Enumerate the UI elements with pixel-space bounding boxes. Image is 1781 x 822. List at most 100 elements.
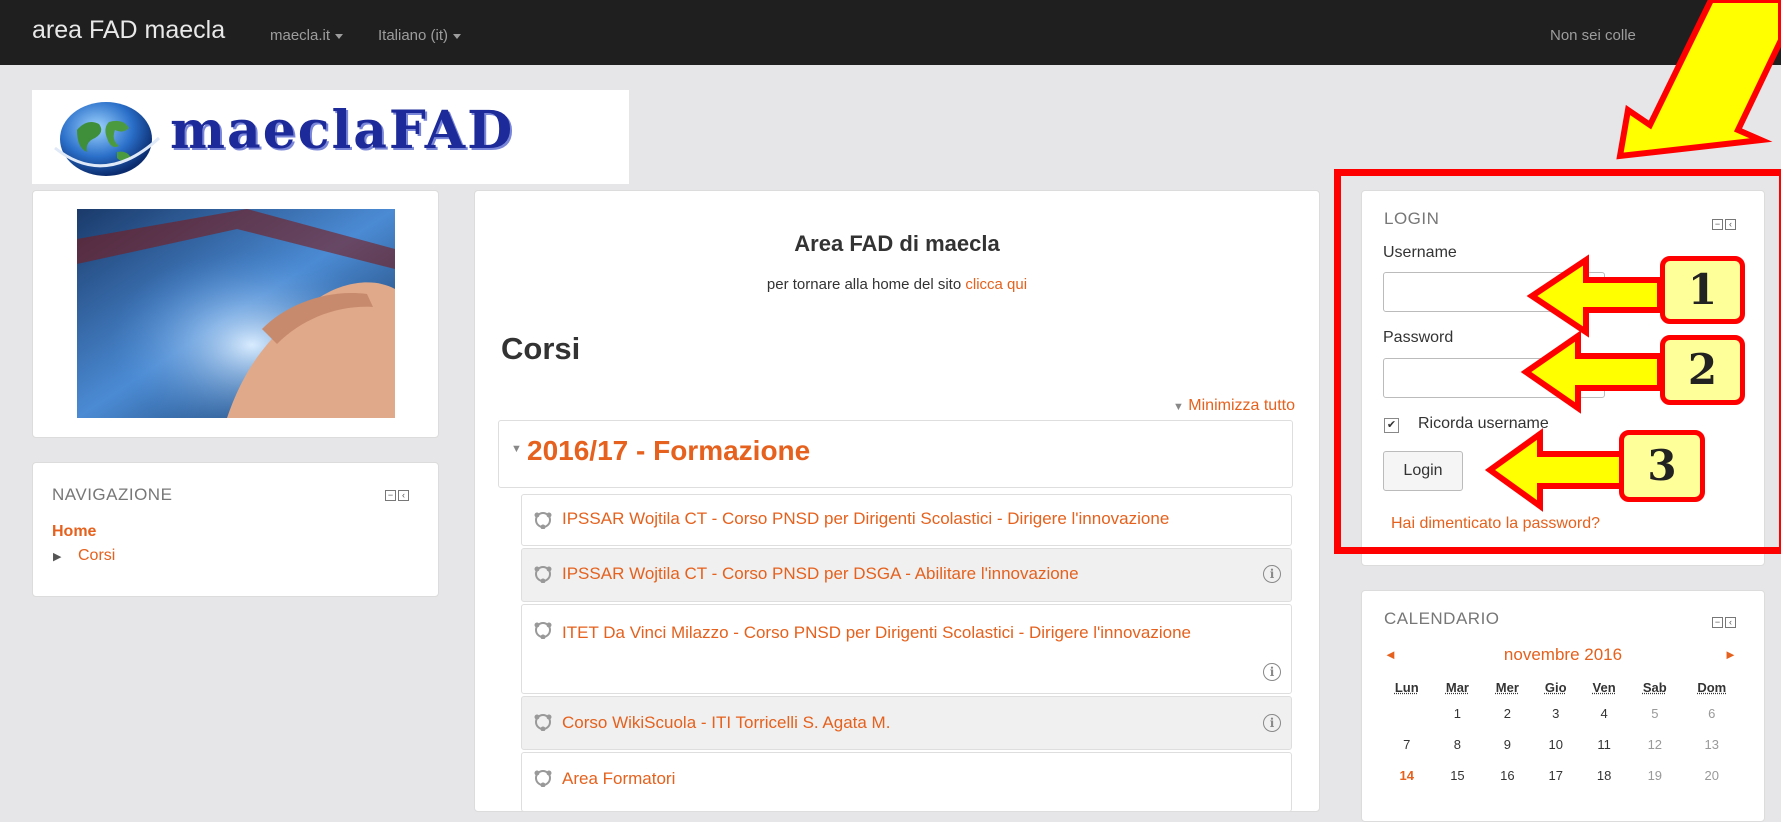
course-icon bbox=[534, 770, 552, 787]
calendar-day[interactable]: 3 bbox=[1532, 698, 1579, 729]
calendar-day[interactable]: 12 bbox=[1629, 729, 1680, 760]
info-icon[interactable]: i bbox=[1263, 714, 1281, 732]
navigation-block: NAVIGAZIONE − ‹ Home ▶ Corsi bbox=[32, 462, 439, 597]
site-menu-label: maecla.it bbox=[270, 27, 331, 44]
calendar-weekday-row: Lun Mar Mer Gio Ven Sab Dom bbox=[1381, 676, 1743, 698]
course-name: Corso WikiScuola - ITI Torricelli S. Aga… bbox=[562, 713, 891, 732]
callout-3: 3 bbox=[1619, 430, 1705, 502]
dock-icon[interactable]: ‹ bbox=[1725, 219, 1736, 230]
dock-icon[interactable]: ‹ bbox=[398, 490, 409, 501]
calendar-day[interactable]: 16 bbox=[1482, 760, 1532, 791]
calendar-day[interactable]: 18 bbox=[1579, 760, 1629, 791]
page-title: Area FAD di maecla bbox=[794, 231, 1000, 256]
course-icon bbox=[534, 714, 552, 731]
triangle-down-icon: ▼ bbox=[1172, 401, 1184, 413]
minimize-icon[interactable]: − bbox=[1712, 617, 1723, 628]
calendar-day[interactable]: 8 bbox=[1432, 729, 1482, 760]
calendar-month[interactable]: novembre 2016 bbox=[1362, 645, 1764, 665]
calendar-week-row: 7 8 9 10 11 12 13 bbox=[1381, 729, 1743, 760]
site-brand-link[interactable]: area FAD maecla bbox=[32, 16, 225, 45]
calendar-day[interactable]: 9 bbox=[1482, 729, 1532, 760]
calendar-day[interactable]: 2 bbox=[1482, 698, 1532, 729]
calendar-week-row: 1 2 3 4 5 6 bbox=[1381, 698, 1743, 729]
block-controls: − ‹ bbox=[1712, 617, 1736, 628]
calendar-day[interactable]: 7 bbox=[1381, 729, 1432, 760]
username-input[interactable] bbox=[1383, 272, 1605, 312]
calendar-day[interactable]: 5 bbox=[1629, 698, 1680, 729]
weekday-header: Mer bbox=[1495, 679, 1519, 695]
weekday-header: Sab bbox=[1642, 679, 1667, 695]
calendar-day-today[interactable]: 14 bbox=[1381, 760, 1432, 791]
nav-courses-link[interactable]: Corsi bbox=[78, 547, 115, 565]
calendar-day[interactable]: 13 bbox=[1681, 729, 1743, 760]
image-block bbox=[32, 190, 439, 438]
forgot-password-link[interactable]: Hai dimenticato la password? bbox=[1391, 515, 1600, 533]
remember-checkbox[interactable]: ✔ bbox=[1384, 418, 1399, 433]
chevron-down-icon: ▼ bbox=[511, 443, 522, 455]
category-title: 2016/17 - Formazione bbox=[527, 435, 811, 466]
login-title: LOGIN bbox=[1384, 209, 1440, 228]
calendar-day[interactable]: 4 bbox=[1579, 698, 1629, 729]
calendar-day[interactable]: 15 bbox=[1432, 760, 1482, 791]
calendar-day bbox=[1381, 698, 1432, 729]
calendar-day[interactable]: 20 bbox=[1681, 760, 1743, 791]
page-subtitle: per tornare alla home del sito clicca qu… bbox=[475, 276, 1319, 293]
login-status-text: Non sei colle bbox=[1550, 27, 1636, 44]
language-menu-label: Italiano (it) bbox=[378, 27, 449, 44]
navigation-title: NAVIGAZIONE bbox=[52, 485, 173, 504]
callout-2: 2 bbox=[1660, 335, 1745, 405]
logo-wordmark: maeclaFAD bbox=[170, 100, 515, 161]
remember-label: Ricorda username bbox=[1418, 415, 1549, 432]
chevron-down-icon bbox=[453, 33, 462, 39]
username-label: Username bbox=[1383, 244, 1457, 261]
course-row[interactable]: IPSSAR Wojtila CT - Corso PNSD per Dirig… bbox=[521, 494, 1292, 546]
info-icon[interactable]: i bbox=[1263, 565, 1281, 583]
weekday-header: Dom bbox=[1697, 679, 1727, 695]
minimize-icon[interactable]: − bbox=[385, 490, 396, 501]
calendar-day[interactable]: 11 bbox=[1579, 729, 1629, 760]
home-site-link[interactable]: clicca qui bbox=[965, 276, 1027, 293]
block-controls: − ‹ bbox=[385, 490, 409, 501]
collapse-all-link[interactable]: ▼ Minimizza tutto bbox=[1173, 397, 1295, 415]
weekday-header: Mar bbox=[1445, 679, 1469, 695]
callout-1: 1 bbox=[1660, 256, 1745, 324]
course-row[interactable]: IPSSAR Wojtila CT - Corso PNSD per DSGA … bbox=[521, 548, 1292, 602]
next-month-icon[interactable]: ► bbox=[1724, 647, 1737, 662]
course-icon bbox=[534, 512, 552, 529]
subtitle-text: per tornare alla home del sito bbox=[766, 276, 966, 293]
courses-heading: Corsi bbox=[501, 331, 581, 366]
course-name: ITET Da Vinci Milazzo - Corso PNSD per D… bbox=[562, 623, 1191, 642]
calendar-day[interactable]: 6 bbox=[1681, 698, 1743, 729]
calendar-day[interactable]: 19 bbox=[1629, 760, 1680, 791]
calendar-week-row: 14 15 16 17 18 19 20 bbox=[1381, 760, 1743, 791]
course-row[interactable]: ITET Da Vinci Milazzo - Corso PNSD per D… bbox=[521, 604, 1292, 694]
calendar-title: CALENDARIO bbox=[1384, 609, 1500, 628]
calendar-day[interactable]: 17 bbox=[1532, 760, 1579, 791]
password-label: Password bbox=[1383, 329, 1454, 346]
calendar-day[interactable]: 10 bbox=[1532, 729, 1579, 760]
course-name: IPSSAR Wojtila CT - Corso PNSD per DSGA … bbox=[562, 564, 1079, 583]
weekday-header: Gio bbox=[1544, 679, 1567, 695]
dock-icon[interactable]: ‹ bbox=[1725, 617, 1736, 628]
globe-icon bbox=[54, 102, 161, 176]
collapse-all-label: Minimizza tutto bbox=[1188, 397, 1295, 414]
hand-tablet-image bbox=[77, 209, 395, 418]
caret-right-icon[interactable]: ▶ bbox=[53, 550, 61, 563]
course-name: IPSSAR Wojtila CT - Corso PNSD per Dirig… bbox=[562, 509, 1170, 528]
top-navbar: area FAD maecla maecla.it Italiano (it) … bbox=[0, 0, 1781, 65]
language-menu-dropdown[interactable]: Italiano (it) bbox=[378, 27, 462, 44]
minimize-icon[interactable]: − bbox=[1712, 219, 1723, 230]
info-icon[interactable]: i bbox=[1263, 663, 1281, 681]
login-button[interactable]: Login bbox=[1383, 451, 1463, 491]
course-name: Area Formatori bbox=[562, 769, 676, 788]
calendar-day[interactable]: 1 bbox=[1432, 698, 1482, 729]
nav-home-link[interactable]: Home bbox=[52, 523, 96, 541]
block-controls: − ‹ bbox=[1712, 219, 1736, 230]
password-input[interactable] bbox=[1383, 358, 1605, 398]
site-menu-dropdown[interactable]: maecla.it bbox=[270, 27, 344, 44]
category-header[interactable]: ▼ 2016/17 - Formazione bbox=[498, 420, 1293, 488]
course-row[interactable]: Area Formatori bbox=[521, 752, 1292, 812]
site-logo[interactable]: maeclaFAD bbox=[32, 90, 629, 184]
chevron-down-icon bbox=[335, 33, 344, 39]
course-row[interactable]: Corso WikiScuola - ITI Torricelli S. Aga… bbox=[521, 696, 1292, 750]
